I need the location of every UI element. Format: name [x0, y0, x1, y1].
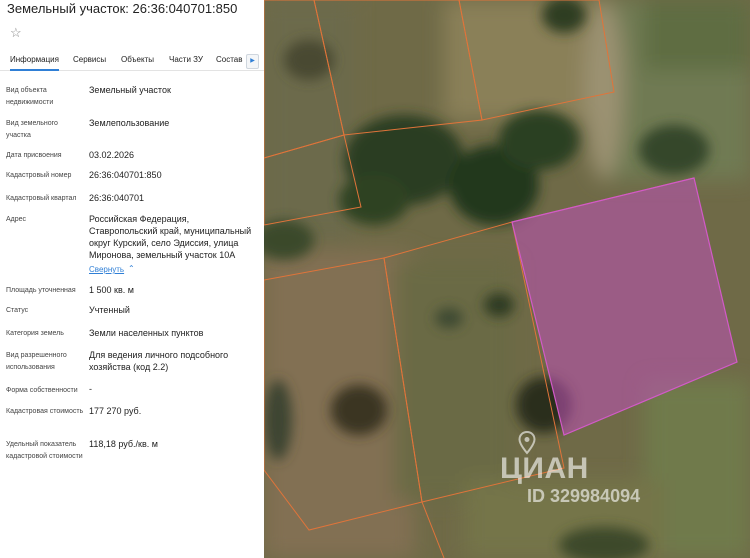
field-value-cadastral-value: 177 270 руб.: [89, 406, 142, 416]
info-panel: Земельный участок: 26:36:040701:850 ☆ Ин…: [0, 0, 264, 558]
star-icon[interactable]: ☆: [10, 26, 22, 39]
tab-info[interactable]: Информация: [10, 55, 59, 71]
field-label-land-category: Категория земель: [6, 330, 64, 337]
panel-title: Земельный участок: 26:36:040701:850: [7, 1, 238, 16]
field-value-specific-value: 118,18 руб./кв. м: [89, 439, 158, 449]
field-value-permitted-use-line: хозяйства (код 2.2): [89, 362, 169, 372]
field-value-address-line: Российская Федерация,: [89, 214, 190, 224]
field-value-object-type: Земельный участок: [89, 85, 171, 95]
watermark-id: ID 329984094: [527, 486, 641, 506]
field-label-permitted-use: Вид разрешенного использования: [6, 352, 67, 371]
field-value-address-line: Миронова, земельный участок 10А: [89, 250, 236, 260]
field-label-cadastral-quarter: Кадастровый квартал: [6, 195, 77, 202]
tab-objects[interactable]: Объекты: [121, 55, 154, 64]
field-value-ownership: -: [89, 384, 92, 394]
field-value-land-category: Земли населенных пунктов: [89, 328, 204, 338]
field-label-specific-value: Удельный показатель кадастровой стоимост…: [6, 441, 83, 460]
field-label-ownership: Форма собственности: [6, 387, 78, 394]
chevron-right-icon[interactable]: ▶: [246, 54, 259, 69]
field-value-cadastral-quarter: 26:36:040701: [89, 193, 145, 203]
field-label-status: Статус: [6, 307, 29, 314]
watermark-logo: ЦИАН: [500, 452, 589, 485]
field-label-address: Адрес: [6, 216, 27, 223]
field-value-address-line: Ставропольский край, муниципальный: [89, 226, 252, 236]
tab-bar: Информация Сервисы Объекты Части ЗУ Сост…: [0, 51, 264, 71]
field-value-assign-date: 03.02.2026: [89, 150, 135, 160]
field-label-assign-date: Дата присвоения: [6, 152, 62, 159]
field-value-address-line: округ Курский, село Эдиссия, улица: [89, 238, 239, 248]
field-label-object-type: Вид объекта недвижимости: [6, 87, 54, 106]
field-value-permitted-use-line: Для ведения личного подсобного: [89, 350, 229, 360]
satellite-map[interactable]: ЦИАН ID 329984094: [264, 0, 750, 558]
field-label-cadastral-value: Кадастровая стоимость: [6, 408, 84, 415]
field-value-cadastral-number: 26:36:040701:850: [89, 170, 162, 180]
field-label-cadastral-number: Кадастровый номер: [6, 172, 72, 179]
field-value-status: Учтенный: [89, 305, 130, 315]
tab-services[interactable]: Сервисы: [73, 55, 106, 64]
collapse-link[interactable]: Свернуть: [89, 265, 124, 274]
field-label-area: Площадь уточненная: [6, 287, 76, 294]
chevron-up-icon[interactable]: ⌃: [128, 264, 135, 273]
tab-composition[interactable]: Состав: [216, 55, 243, 64]
field-value-area: 1 500 кв. м: [89, 285, 134, 295]
field-label-land-type: Вид земельного участка: [6, 120, 58, 139]
tab-parts[interactable]: Части ЗУ: [169, 55, 203, 64]
field-value-land-type: Землепользование: [89, 118, 170, 128]
